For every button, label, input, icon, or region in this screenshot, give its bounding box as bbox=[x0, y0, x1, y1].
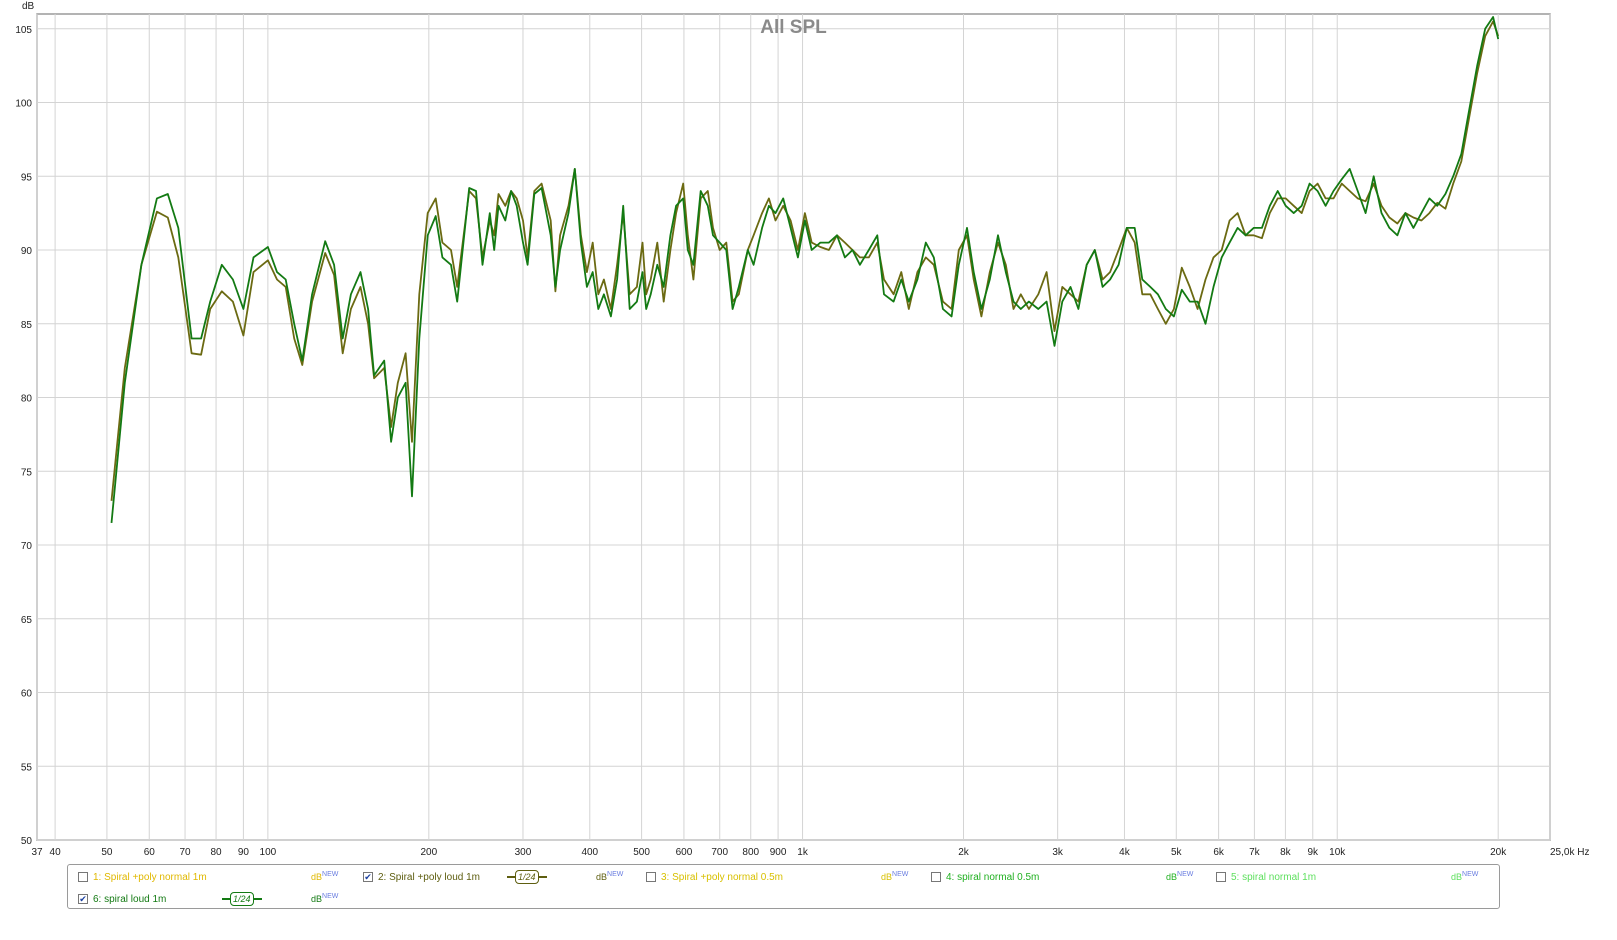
y-tick-label: 85 bbox=[21, 320, 33, 331]
x-tick-label: 6k bbox=[1213, 847, 1225, 858]
y-tick-label: 80 bbox=[21, 394, 33, 405]
x-tick-label: 8k bbox=[1280, 847, 1292, 858]
plot-area bbox=[36, 13, 1551, 841]
x-tick-label: 600 bbox=[676, 847, 693, 858]
x-tick-label: 9k bbox=[1307, 847, 1319, 858]
legend-label: 1: Spiral +poly normal 1m bbox=[93, 871, 207, 883]
legend-label: 2: Spiral +poly loud 1m bbox=[378, 871, 481, 883]
x-tick-label: 80 bbox=[210, 847, 222, 858]
y-tick-label: 50 bbox=[21, 836, 33, 847]
x-tick-label: 40 bbox=[50, 847, 62, 858]
legend-item-4[interactable]: 4: spiral normal 0.5m bbox=[931, 869, 1039, 885]
legend-item-3[interactable]: 3: Spiral +poly normal 0.5m bbox=[646, 869, 783, 885]
legend-checkbox[interactable]: ✔ bbox=[363, 872, 373, 882]
x-tick-label: 20k bbox=[1490, 847, 1507, 858]
x-tick-label: 800 bbox=[742, 847, 759, 858]
x-tick-label: 2k bbox=[958, 847, 970, 858]
y-tick-label: 65 bbox=[21, 615, 33, 626]
legend-checkbox[interactable] bbox=[78, 872, 88, 882]
x-tick-label: 10k bbox=[1329, 847, 1346, 858]
x-tick-label: 1k bbox=[797, 847, 809, 858]
x-tick-label: 900 bbox=[770, 847, 787, 858]
x-tick-label: 25,0k Hz bbox=[1550, 847, 1589, 858]
y-tick-label: 105 bbox=[15, 25, 32, 36]
x-tick-label: 300 bbox=[515, 847, 532, 858]
chart-title: All SPL bbox=[760, 17, 827, 38]
legend-item-6[interactable]: ✔ 6: spiral loud 1m bbox=[78, 891, 166, 907]
legend-label: 6: spiral loud 1m bbox=[93, 893, 167, 905]
x-tick-label: 60 bbox=[144, 847, 156, 858]
smoothing-indicator[interactable]: 1/24 bbox=[222, 892, 262, 906]
y-tick-label: 90 bbox=[21, 246, 33, 257]
x-tick-label: 70 bbox=[179, 847, 191, 858]
legend-label: 3: Spiral +poly normal 0.5m bbox=[661, 871, 784, 883]
legend-item-5[interactable]: 5: spiral normal 1m bbox=[1216, 869, 1316, 885]
x-tick-label: 3k bbox=[1052, 847, 1064, 858]
legend-checkbox[interactable]: ✔ bbox=[78, 894, 88, 904]
x-tick-label: 400 bbox=[581, 847, 598, 858]
x-tick-label: 100 bbox=[260, 847, 277, 858]
y-tick-label: 55 bbox=[21, 762, 33, 773]
x-tick-label: 90 bbox=[238, 847, 250, 858]
y-tick-label: 70 bbox=[21, 541, 33, 552]
y-axis-label: dB bbox=[22, 1, 35, 12]
smoothing-indicator[interactable]: 1/24 bbox=[507, 870, 547, 884]
legend-item-1[interactable]: 1: Spiral +poly normal 1m bbox=[78, 869, 207, 885]
legend-panel: 1: Spiral +poly normal 1m dBNEW ✔ 2: Spiral… bbox=[67, 864, 1500, 909]
y-tick-label: 95 bbox=[21, 172, 33, 183]
x-tick-label: 4k bbox=[1119, 847, 1131, 858]
legend-unit[interactable]: dBNEW bbox=[881, 871, 908, 882]
legend-item-2[interactable]: ✔ 2: Spiral +poly loud 1m bbox=[363, 869, 480, 885]
legend-unit[interactable]: dBNEW bbox=[311, 871, 338, 882]
y-tick-label: 75 bbox=[21, 467, 33, 478]
x-tick-label: 7k bbox=[1249, 847, 1261, 858]
legend-checkbox[interactable] bbox=[1216, 872, 1226, 882]
x-tick-label: 200 bbox=[420, 847, 437, 858]
x-tick-label: 37 bbox=[31, 847, 43, 858]
spl-chart: 50 55 60 65 70 75 80 85 90 95 100 105 37 40 50 60 70 80 90… bbox=[15, 1, 1589, 858]
x-tick-label: 5k bbox=[1171, 847, 1183, 858]
x-tick-label: 500 bbox=[633, 847, 650, 858]
legend-label: 4: spiral normal 0.5m bbox=[946, 871, 1040, 883]
legend-checkbox[interactable] bbox=[646, 872, 656, 882]
legend-unit[interactable]: dBNEW bbox=[311, 893, 338, 904]
y-tick-label: 100 bbox=[15, 99, 32, 110]
legend-label: 5: spiral normal 1m bbox=[1231, 871, 1317, 883]
legend-unit[interactable]: dBNEW bbox=[596, 871, 623, 882]
x-tick-label: 700 bbox=[711, 847, 728, 858]
legend-unit[interactable]: dBNEW bbox=[1166, 871, 1193, 882]
legend-unit[interactable]: dBNEW bbox=[1451, 871, 1478, 882]
x-tick-label: 50 bbox=[101, 847, 113, 858]
y-tick-label: 60 bbox=[21, 689, 33, 700]
legend-checkbox[interactable] bbox=[931, 872, 941, 882]
